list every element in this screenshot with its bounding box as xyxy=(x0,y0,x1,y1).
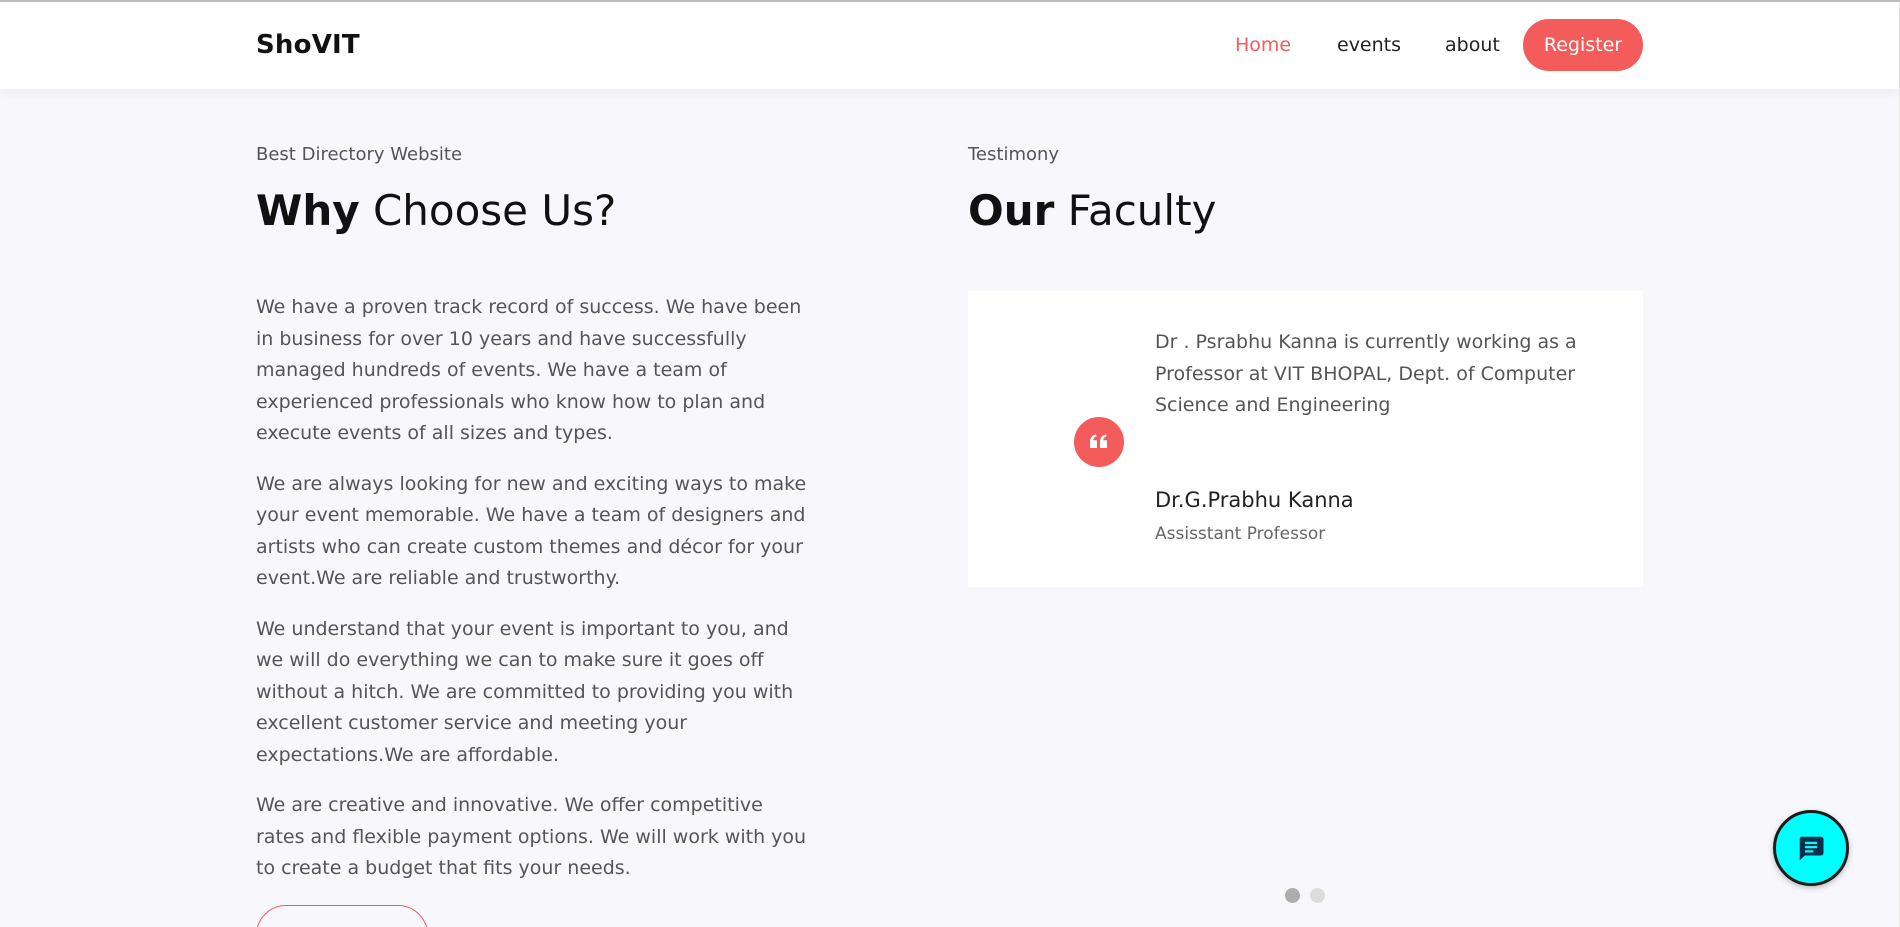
carousel-dot-2[interactable] xyxy=(1310,888,1325,903)
carousel-dot-1[interactable] xyxy=(1285,888,1300,903)
carousel-dots xyxy=(1285,888,1325,903)
chat-bubble-icon xyxy=(1799,836,1824,861)
faculty-section-eyebrow: Testimony xyxy=(968,144,1060,165)
why-paragraph-1: We have a proven track record of success… xyxy=(256,296,802,444)
page: ShoVIT Home events about Register Best D… xyxy=(0,0,1900,927)
testimonial-text: Dr . Psrabhu Kanna is currently working … xyxy=(1155,331,1577,416)
navbar: ShoVIT Home events about Register xyxy=(0,2,1899,89)
why-section-button[interactable] xyxy=(256,905,428,927)
why-paragraph-4: We are creative and innovative. We offer… xyxy=(256,794,807,879)
why-section-eyebrow: Best Directory Website xyxy=(256,144,463,165)
faculty-title-bold: Our xyxy=(968,186,1055,235)
nav-link-about[interactable]: about xyxy=(1445,34,1500,56)
why-section-title: Why Choose Us? xyxy=(256,186,616,235)
testimonial-name: Dr.G.Prabhu Kanna xyxy=(1155,488,1354,512)
nav-link-events[interactable]: events xyxy=(1337,34,1401,56)
faculty-section-title: Our Faculty xyxy=(968,186,1216,235)
nav-link-home[interactable]: Home xyxy=(1235,34,1291,56)
quote-icon xyxy=(1074,417,1124,467)
why-title-rest: Choose Us? xyxy=(359,186,617,235)
testimonial-role: Assisstant Professor xyxy=(1155,524,1326,544)
faculty-title-rest: Faculty xyxy=(1054,186,1217,235)
testimonial-card: Dr . Psrabhu Kanna is currently working … xyxy=(968,291,1643,587)
why-section-text: We have a proven track record of success… xyxy=(256,292,816,904)
why-title-bold: Why xyxy=(256,186,360,235)
why-paragraph-2: We are always looking for new and exciti… xyxy=(256,472,807,590)
chat-widget-button[interactable] xyxy=(1773,810,1849,886)
register-button[interactable]: Register xyxy=(1523,19,1643,71)
why-paragraph-3: We understand that your event is importa… xyxy=(256,617,794,766)
site-logo[interactable]: ShoVIT xyxy=(256,30,360,60)
